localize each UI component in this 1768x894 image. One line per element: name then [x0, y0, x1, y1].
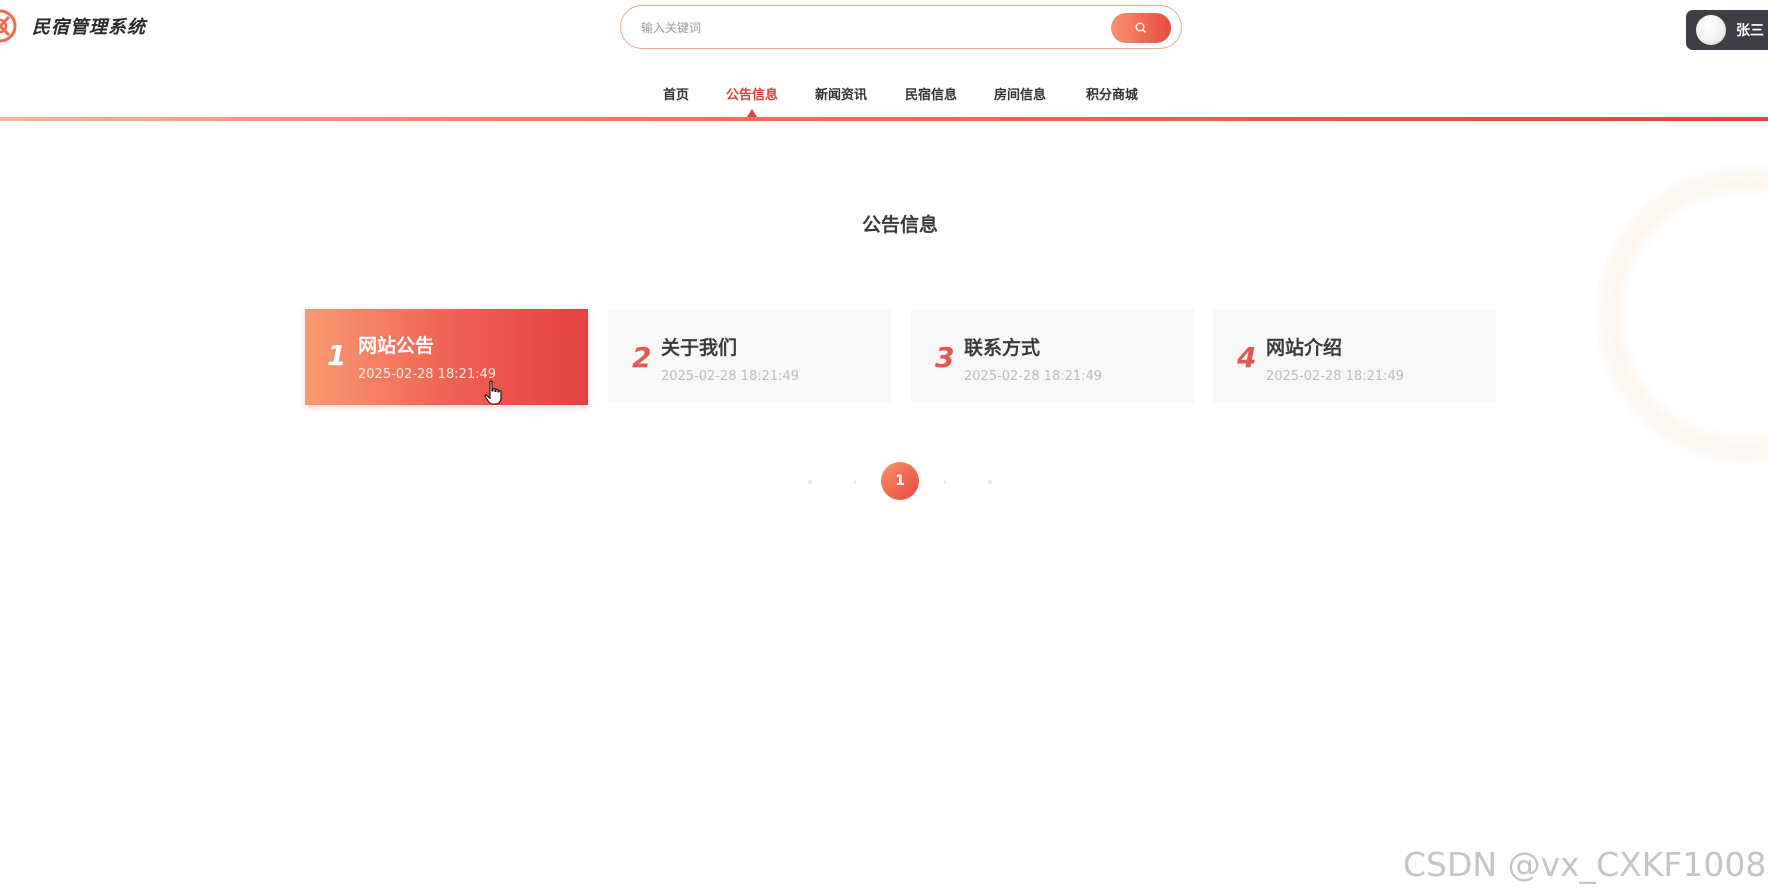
pagination-first[interactable]: «: [800, 470, 820, 494]
search-icon: [1135, 22, 1146, 33]
user-name: 张三: [1736, 23, 1764, 39]
notice-card[interactable]: 1 网站公告 2025-02-28 18:21:49: [305, 309, 588, 405]
notice-card[interactable]: 3 联系方式 2025-02-28 18:21:49: [911, 309, 1194, 403]
notice-card[interactable]: 4 网站介绍 2025-02-28 18:21:49: [1213, 309, 1496, 403]
nav-item-announcements[interactable]: 公告信息: [726, 84, 778, 103]
notice-card[interactable]: 2 关于我们 2025-02-28 18:21:49: [608, 309, 891, 403]
app-title: 民宿管理系统: [32, 17, 146, 38]
notice-time: 2025-02-28 18:21:49: [661, 369, 800, 384]
notice-title: 网站介绍: [1266, 337, 1343, 359]
notice-number: 3: [935, 341, 955, 374]
notice-number: 4: [1237, 341, 1257, 374]
main-nav: 首页 公告信息 新闻资讯 民宿信息 房间信息 积分商城: [0, 84, 1768, 106]
notice-time: 2025-02-28 18:21:49: [358, 367, 497, 382]
notice-title: 网站公告: [358, 335, 435, 357]
pagination-last[interactable]: »: [980, 470, 1000, 494]
watermark: CSDN @vx_CXKF10088: [1403, 845, 1768, 884]
notice-time: 2025-02-28 18:21:49: [1266, 369, 1405, 384]
notice-number: 2: [632, 341, 652, 374]
pagination-prev[interactable]: ‹: [845, 470, 865, 494]
search-bar: [620, 5, 1182, 50]
nav-item-home[interactable]: 首页: [663, 84, 689, 103]
nav-active-indicator: [747, 109, 757, 117]
nav-item-news[interactable]: 新闻资讯: [815, 84, 867, 103]
pagination-next[interactable]: ›: [935, 470, 955, 494]
search-input[interactable]: [639, 6, 1103, 50]
page-title: 公告信息: [861, 214, 938, 236]
nav-item-homestays[interactable]: 民宿信息: [905, 84, 957, 103]
notice-number: 1: [327, 339, 347, 372]
pagination-current-page[interactable]: 1: [881, 462, 919, 500]
notice-time: 2025-02-28 18:21:49: [964, 369, 1103, 384]
nav-item-points-mall[interactable]: 积分商城: [1086, 84, 1138, 103]
logo[interactable]: 民宿管理系统: [0, 6, 146, 46]
page: 民宿管理系统 张三 首页 公告信息 新闻资讯 民宿信息 房间信息 积分商城 公告…: [0, 0, 1768, 894]
notice-title: 联系方式: [964, 337, 1041, 359]
notice-title: 关于我们: [661, 337, 738, 359]
user-menu[interactable]: 张三: [1686, 10, 1768, 50]
avatar: [1696, 15, 1726, 45]
nav-item-rooms[interactable]: 房间信息: [994, 84, 1046, 103]
flower-logo-icon: [0, 9, 17, 43]
nav-divider: [0, 117, 1768, 121]
search-button[interactable]: [1111, 13, 1171, 43]
